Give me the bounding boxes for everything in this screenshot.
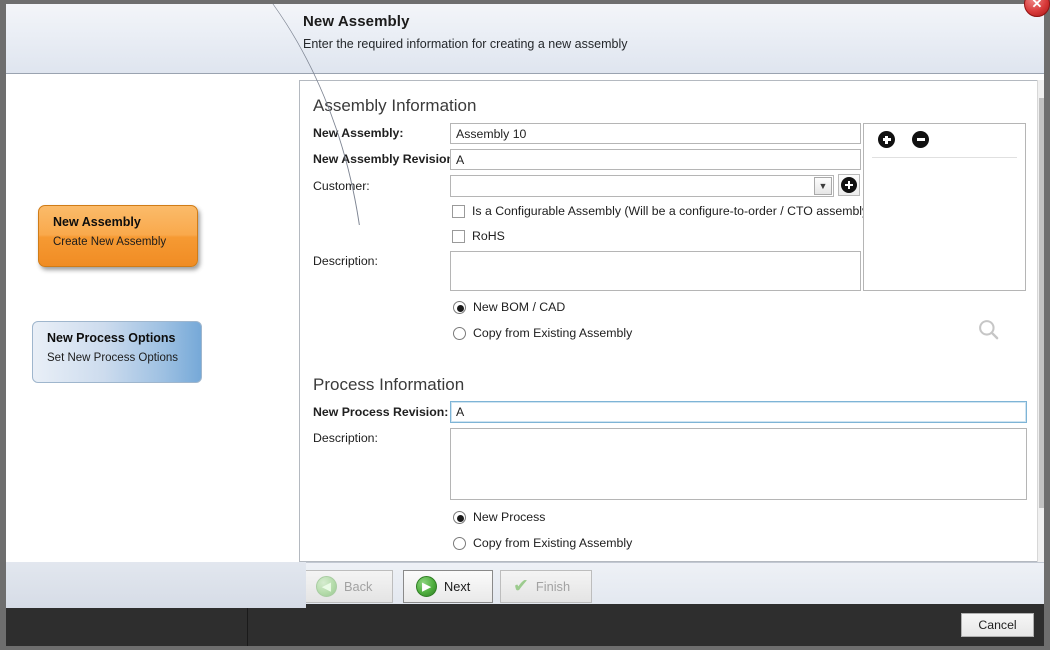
new-process-revision-label: New Process Revision: xyxy=(313,405,448,419)
rohs-checkbox[interactable] xyxy=(452,230,465,243)
check-icon: ✔ xyxy=(513,577,529,596)
application-window: New Assembly Enter the required informat… xyxy=(0,0,1050,650)
taskbar-divider xyxy=(247,604,248,646)
new-assembly-revision-input[interactable] xyxy=(450,149,861,170)
copy-existing-assembly-radio[interactable] xyxy=(453,327,466,340)
page-subtitle: Enter the required information for creat… xyxy=(303,37,627,51)
new-process-radio[interactable] xyxy=(453,511,466,524)
assembly-description-input[interactable] xyxy=(450,251,861,291)
process-description-input[interactable] xyxy=(450,428,1027,500)
finish-button-label: Finish xyxy=(536,579,570,594)
side-panel-divider xyxy=(872,157,1017,158)
cancel-button[interactable]: Cancel xyxy=(961,613,1034,637)
chevron-down-icon[interactable]: ▼ xyxy=(814,177,832,195)
copy-existing-assembly-label: Copy from Existing Assembly xyxy=(473,326,632,340)
wizard-step-subtitle: Create New Assembly xyxy=(53,236,185,248)
form-scroll-content: Assembly Information New Assembly: New A… xyxy=(300,81,1031,562)
copy-existing-assembly-process-label: Copy from Existing Assembly xyxy=(473,536,632,550)
customer-dropdown[interactable]: ▼ xyxy=(450,175,834,197)
new-bom-cad-radio[interactable] xyxy=(453,301,466,314)
taskbar: Cancel xyxy=(6,604,1044,646)
wizard-step-title: New Process Options xyxy=(47,331,189,345)
wizard-content-pane: Assembly Information New Assembly: New A… xyxy=(299,80,1044,562)
scrollbar-thumb[interactable] xyxy=(1039,98,1044,508)
wizard-step-new-assembly[interactable]: New Assembly Create New Assembly xyxy=(38,205,198,267)
assembly-description-label: Description: xyxy=(313,254,378,268)
configurable-assembly-checkbox[interactable] xyxy=(452,205,465,218)
assembly-information-heading: Assembly Information xyxy=(313,96,476,116)
arrow-left-icon: ◀ xyxy=(316,576,337,597)
back-button[interactable]: ◀ Back xyxy=(303,570,393,603)
content-scrollbar[interactable]: ▲ ▼ xyxy=(1037,80,1044,562)
new-process-label: New Process xyxy=(473,510,545,524)
side-panel-remove-icon[interactable] xyxy=(912,131,929,148)
search-icon[interactable] xyxy=(976,317,1002,343)
next-button-label: Next xyxy=(444,579,470,594)
copy-existing-assembly-process-radio[interactable] xyxy=(453,537,466,550)
wizard-step-title: New Assembly xyxy=(53,215,185,229)
process-information-heading: Process Information xyxy=(313,375,464,395)
new-bom-cad-label: New BOM / CAD xyxy=(473,300,565,314)
add-customer-button[interactable] xyxy=(838,174,860,196)
sidebar-footer-strip xyxy=(6,562,306,608)
wizard-step-subtitle: Set New Process Options xyxy=(47,352,189,364)
configurable-assembly-label: Is a Configurable Assembly (Will be a co… xyxy=(472,204,872,218)
new-assembly-input[interactable] xyxy=(450,123,861,144)
rohs-label: RoHS xyxy=(472,229,505,243)
assembly-side-panel xyxy=(863,123,1026,291)
side-panel-add-icon[interactable] xyxy=(878,131,895,148)
page-title: New Assembly xyxy=(303,13,410,30)
scroll-down-button[interactable]: ▼ xyxy=(1038,545,1044,562)
wizard-window: New Assembly Enter the required informat… xyxy=(6,4,1044,608)
wizard-step-new-process-options[interactable]: New Process Options Set New Process Opti… xyxy=(32,321,202,383)
back-button-label: Back xyxy=(344,579,372,594)
next-button[interactable]: ▶ Next xyxy=(403,570,493,603)
process-description-label: Description: xyxy=(313,431,378,445)
new-process-revision-input[interactable] xyxy=(450,401,1027,423)
finish-button[interactable]: ✔ Finish xyxy=(500,570,592,603)
arrow-right-icon: ▶ xyxy=(416,576,437,597)
scroll-up-button[interactable]: ▲ xyxy=(1038,80,1044,97)
plus-circle-icon xyxy=(841,177,857,193)
